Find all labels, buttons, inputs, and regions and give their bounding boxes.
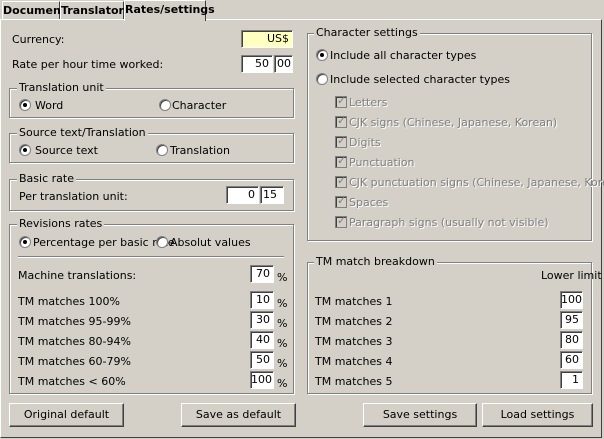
unit-character-label: Character [172, 99, 227, 112]
revision-tm80-input[interactable]: 40 [250, 331, 274, 349]
selected-characters-radio[interactable] [316, 73, 328, 85]
basic-rate-cents-input[interactable]: 15 [260, 186, 284, 204]
revision-label: TM matches 80-94% [18, 335, 131, 348]
rate-hour-main-input[interactable]: 50 [241, 55, 273, 73]
revision-label: TM matches < 60% [18, 375, 126, 388]
source-text-label: Source text [35, 144, 98, 157]
tm-match-2-input[interactable]: 95 [560, 311, 583, 329]
absolute-values-label: Absolut values [170, 236, 251, 249]
load-settings-button[interactable]: Load settings [482, 403, 593, 427]
currency-input[interactable]: US$ [241, 30, 293, 48]
rate-hour-cents-input[interactable]: 00 [274, 55, 293, 73]
tab-document[interactable]: Document [2, 1, 66, 19]
percent-unit: % [277, 317, 288, 330]
all-characters-label: Include all character types [330, 49, 477, 62]
source-text-radio[interactable] [19, 144, 31, 156]
digits-label: Digits [349, 136, 381, 149]
punctuation-checkbox[interactable] [335, 154, 347, 168]
paragraph-signs-label: Paragraph signs (usually not visible) [349, 216, 549, 229]
revision-label: Machine translations: [18, 269, 137, 282]
revision-tm60-input[interactable]: 50 [250, 351, 274, 369]
percent-unit: % [277, 377, 288, 390]
tab-rates-settings[interactable]: Rates/settings [124, 0, 215, 21]
absolute-values-radio[interactable] [156, 236, 168, 248]
tm-match-label: TM matches 2 [315, 315, 393, 328]
percent-unit: % [277, 357, 288, 370]
tm-match-5-input[interactable]: 1 [560, 371, 583, 389]
unit-character-radio[interactable] [159, 99, 171, 111]
original-default-button[interactable]: Original default [9, 403, 124, 427]
all-characters-radio[interactable] [316, 49, 328, 61]
percent-unit: % [277, 271, 288, 284]
tm-match-label: TM matches 4 [315, 355, 393, 368]
revision-machine-input[interactable]: 70 [250, 265, 274, 283]
letters-checkbox[interactable] [335, 94, 347, 108]
spaces-label: Spaces [349, 196, 389, 209]
currency-label: Currency: [12, 33, 65, 46]
percentage-label: Percentage per basic rate [33, 236, 175, 249]
revision-tm100-input[interactable]: 10 [250, 291, 274, 309]
lower-limit-header: Lower limit [541, 269, 602, 282]
percentage-radio[interactable] [19, 236, 31, 248]
tm-breakdown-title: TM match breakdown [314, 255, 437, 268]
revision-tmbelow60-input[interactable]: 100 [250, 371, 274, 389]
tm-match-4-input[interactable]: 60 [560, 351, 583, 369]
revision-label: TM matches 100% [18, 295, 120, 308]
basic-rate-main-input[interactable]: 0 [226, 186, 259, 204]
spaces-checkbox[interactable] [335, 194, 347, 208]
cjk-punctuation-label: CJK punctuation signs (Chinese, Japanese… [349, 176, 604, 189]
tm-match-label: TM matches 5 [315, 375, 393, 388]
revision-label: TM matches 60-79% [18, 355, 131, 368]
translation-label: Translation [170, 144, 230, 157]
punctuation-label: Punctuation [349, 156, 415, 169]
paragraph-signs-checkbox[interactable] [335, 214, 347, 228]
revision-label: TM matches 95-99% [18, 315, 131, 328]
tm-match-3-input[interactable]: 80 [560, 331, 583, 349]
tm-match-1-input[interactable]: 100 [560, 291, 583, 309]
selected-characters-label: Include selected character types [330, 73, 510, 86]
revisions-rates-title: Revisions rates [17, 217, 105, 230]
translation-radio[interactable] [156, 144, 168, 156]
percent-unit: % [277, 297, 288, 310]
translation-unit-title: Translation unit [17, 81, 106, 94]
tab-translators[interactable]: Translators [60, 1, 131, 19]
revisions-separator [18, 256, 284, 258]
tm-match-label: TM matches 1 [315, 295, 393, 308]
digits-checkbox[interactable] [335, 134, 347, 148]
rate-hour-label: Rate per hour time worked: [12, 58, 164, 71]
basic-rate-title: Basic rate [17, 172, 76, 185]
basic-rate-label: Per translation unit: [19, 190, 128, 203]
percent-unit: % [277, 337, 288, 350]
unit-word-label: Word [35, 99, 64, 112]
revision-tm95-input[interactable]: 30 [250, 311, 274, 329]
character-settings-title: Character settings [314, 26, 420, 39]
tm-match-label: TM matches 3 [315, 335, 393, 348]
unit-word-radio[interactable] [19, 99, 31, 111]
letters-label: Letters [349, 96, 388, 109]
source-translation-title: Source text/Translation [17, 126, 148, 139]
cjk-signs-checkbox[interactable] [335, 114, 347, 128]
cjk-punctuation-checkbox[interactable] [335, 174, 347, 188]
save-as-default-button[interactable]: Save as default [181, 403, 296, 427]
cjk-signs-label: CJK signs (Chinese, Japanese, Korean) [349, 116, 558, 129]
save-settings-button[interactable]: Save settings [363, 403, 477, 427]
